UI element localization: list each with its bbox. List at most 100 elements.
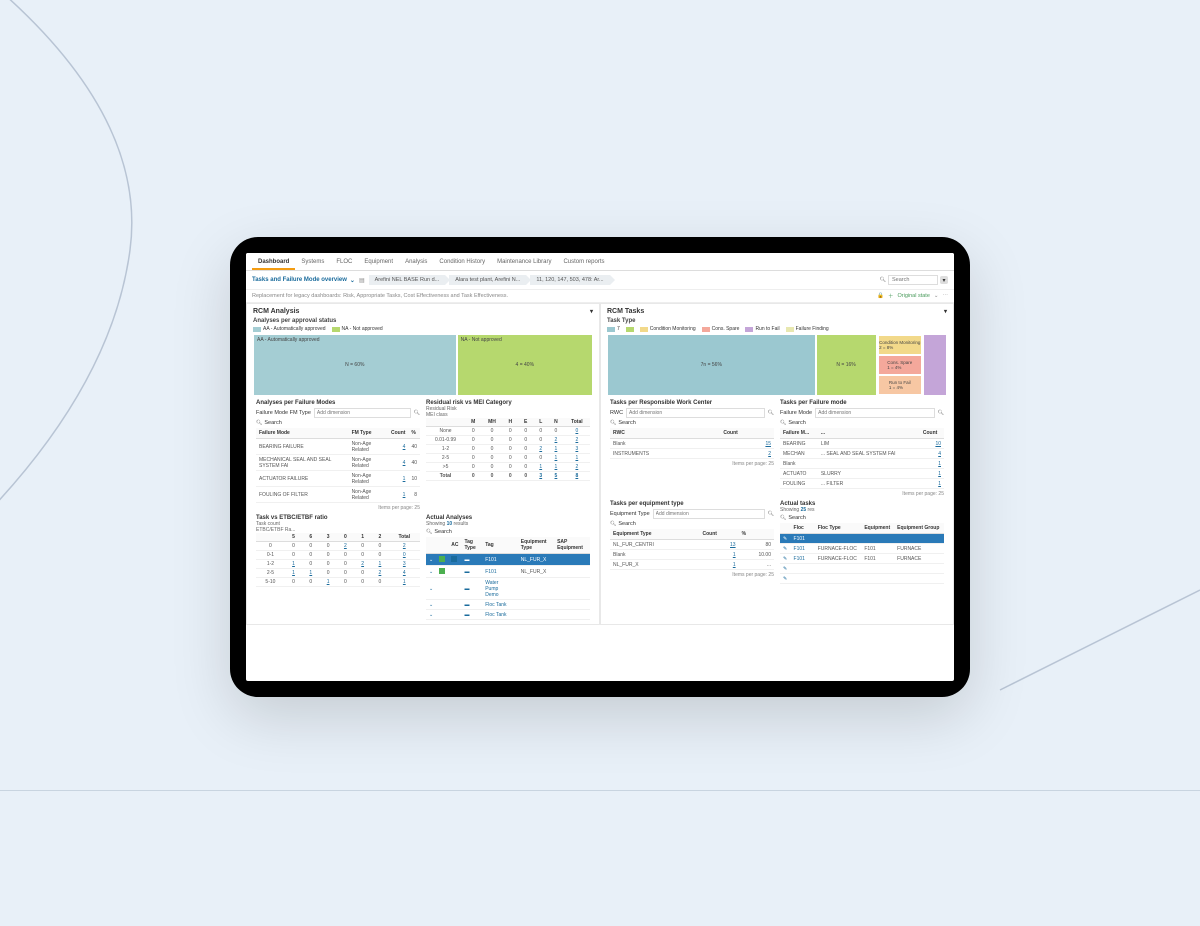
plus-icon[interactable]: ＋ (888, 292, 894, 300)
page-subtitle: Replacement for legacy dashboards: Risk,… (252, 293, 508, 299)
tab-equipment[interactable]: Equipment (358, 256, 399, 270)
table-row[interactable]: INSTRUMENTS2 (610, 449, 774, 459)
funnel-icon[interactable] (944, 308, 947, 315)
tab-systems[interactable]: Systems (295, 256, 330, 270)
fm-dim-labels: Failure Mode FM Type (256, 410, 311, 416)
table-row[interactable]: MECHANICAL SEAL AND SEAL SYSTEM FAINon-A… (256, 455, 420, 471)
showing-count: Showing 10 results (426, 521, 590, 527)
page-title-dropdown[interactable]: Tasks and Failure Mode overview ⌄ (252, 277, 355, 284)
table-row: None0000000 (426, 427, 590, 436)
search-icon[interactable] (768, 410, 774, 416)
residual-matrix: MMHHELNTotal None0000000 0.01-0.99000002… (426, 418, 590, 481)
table-row[interactable]: ✎F101 (780, 534, 944, 544)
perfm-add-dimension[interactable] (815, 408, 935, 418)
per-fm-table: Failure M......Count BEARINGLIM10 MECHAN… (780, 428, 944, 489)
tab-custom-reports[interactable]: Custom reports (557, 256, 610, 270)
filter-icon[interactable] (940, 276, 948, 284)
actual-tasks-panel: Actual tasks Showing 25 res Search FlocF… (777, 501, 947, 584)
showing-count: Showing 25 res (780, 507, 944, 513)
table-row[interactable]: ✎ (780, 574, 944, 584)
toolbar: Tasks and Failure Mode overview ⌄ ▤ Aref… (246, 271, 954, 290)
rwc-title: Tasks per Responsible Work Center (610, 400, 774, 406)
lock-icon[interactable]: 🔒 (877, 293, 884, 299)
search-icon[interactable] (768, 511, 774, 517)
task-type-treemap[interactable]: 7n = 56% N = 16% Condition Monitoring2 =… (607, 334, 947, 396)
rcm-tasks-title: RCM Tasks (607, 308, 644, 315)
fm-pager[interactable]: Items per page: 25 (256, 505, 420, 511)
table-row[interactable]: FOULING... FILTER1 (780, 479, 944, 489)
more-icon[interactable]: ⋯ (943, 293, 949, 299)
search-icon[interactable] (610, 521, 616, 527)
original-state-label[interactable]: Original state (897, 293, 929, 299)
table-row[interactable]: BEARING FAILURENon-Age Related440 (256, 439, 420, 455)
perfm-pager[interactable]: Items per page: 25 (780, 491, 944, 497)
chevron-down-icon: ⌄ (934, 293, 939, 299)
legend-aa: AA - Automatically approved (253, 326, 326, 332)
table-row[interactable]: NL_FUR_X1... (610, 560, 774, 570)
search-icon[interactable] (414, 410, 420, 416)
table-row[interactable]: ⌄▬F101NL_FUR_X (426, 554, 590, 566)
table-row[interactable]: ⌄▬F101NL_FUR_X (426, 566, 590, 578)
search-icon[interactable] (426, 529, 432, 535)
rcm-analysis-title: RCM Analysis (253, 308, 299, 315)
table-row[interactable]: Blank1 (780, 459, 944, 469)
table-row[interactable]: ACTUATOR FAILURENon-Age Related110 (256, 471, 420, 487)
table-row[interactable]: Blank15 (610, 439, 774, 449)
task-type-title: Task Type (607, 318, 947, 324)
per-eq-title: Tasks per equipment type (610, 501, 774, 507)
search-icon (880, 277, 886, 283)
tab-dashboard[interactable]: Dashboard (252, 256, 295, 270)
tab-condition-history[interactable]: Condition History (433, 256, 491, 270)
search-icon[interactable] (610, 420, 616, 426)
page-title-label: Tasks and Failure Mode overview (252, 277, 347, 283)
fm-add-dimension[interactable] (314, 408, 411, 418)
task-ratio-matrix: 563012Total 00002002 0-10000000 1-210002… (256, 533, 420, 587)
per-eq-table: Equipment TypeCount% NL_FUR_CENTRI1380 B… (610, 529, 774, 570)
nav-tabs: Dashboard Systems FLOC Equipment Analysi… (246, 253, 954, 271)
search-icon[interactable] (780, 515, 786, 521)
tab-maintenance-library[interactable]: Maintenance Library (491, 256, 557, 270)
table-row[interactable]: MECHAN... SEAL AND SEAL SYSTEM FAI4 (780, 449, 944, 459)
table-row[interactable]: Blank110.00 (610, 550, 774, 560)
tab-floc[interactable]: FLOC (330, 256, 358, 270)
table-row: 2-50000011 (426, 454, 590, 463)
table-row[interactable]: FOULING OF FILTERNon-Age Related18 (256, 487, 420, 503)
tasks-per-eq-panel: Tasks per equipment type Equipment Type … (607, 501, 777, 584)
table-row: >50000112 (426, 463, 590, 472)
approval-treemap[interactable]: AA - Automatically approvedN = 60% NA - … (253, 334, 593, 396)
breadcrumb-3[interactable]: 11, 120, 147, 503, 478: Ar... (530, 275, 609, 285)
actual-analyses-panel: Actual Analyses Showing 10 results Searc… (423, 515, 593, 620)
failure-modes-panel: Analyses per Failure Modes Failure Mode … (253, 400, 423, 511)
actual-analyses-table: ACTag TypeTagEquipment TypeSAP Equipment… (426, 537, 590, 620)
dashboard-grid: RCM Analysis Analyses per approval statu… (246, 303, 954, 625)
table-row[interactable]: BEARINGLIM10 (780, 439, 944, 449)
table-row[interactable]: ⌄▬Water Pump Demo (426, 578, 590, 600)
table-row[interactable]: NL_FUR_CENTRI1380 (610, 540, 774, 550)
per-fm-title: Tasks per Failure mode (780, 400, 944, 406)
table-row[interactable]: ✎ (780, 564, 944, 574)
legend-na: NA - Not approved (332, 326, 383, 332)
rwc-pager[interactable]: Items per page: 25 (610, 461, 774, 467)
table-row: 1-20000213 (426, 445, 590, 454)
table-row[interactable]: ⌄▬Floc Tank (426, 610, 590, 620)
pereq-pager[interactable]: Items per page: 25 (610, 572, 774, 578)
search-icon[interactable] (780, 420, 786, 426)
tab-analysis[interactable]: Analysis (399, 256, 433, 270)
table-row[interactable]: ✎F101FURNACE-FLOCF101FURNACE (780, 554, 944, 564)
global-search-input[interactable] (888, 275, 938, 285)
search-icon[interactable] (938, 410, 944, 416)
table-row: 0.01-0.990000022 (426, 436, 590, 445)
breadcrumb-2[interactable]: Alara test plant, Arefini N... (449, 275, 526, 285)
search-icon[interactable] (256, 420, 262, 426)
rcm-tasks-panel: RCM Tasks Task Type 7 Condition Monitori… (600, 303, 954, 625)
rwc-table: RWCCount Blank15 INSTRUMENTS2 (610, 428, 774, 459)
table-row[interactable]: ⌄▬Floc Tank (426, 600, 590, 610)
table-row[interactable]: ✎F101FURNACE-FLOCF101FURNACE (780, 544, 944, 554)
task-ratio-panel: Task vs ETBC/ETBF ratio Task count ETBC/… (253, 515, 423, 620)
funnel-icon[interactable] (590, 308, 593, 315)
pereq-add-dimension[interactable] (653, 509, 765, 519)
table-row[interactable]: ACTUATOSLURRY1 (780, 469, 944, 479)
breadcrumb-1[interactable]: Arefini NEL BASE Run d... (369, 275, 446, 285)
tree-icon[interactable]: ▤ (359, 277, 365, 284)
rwc-add-dimension[interactable] (626, 408, 765, 418)
